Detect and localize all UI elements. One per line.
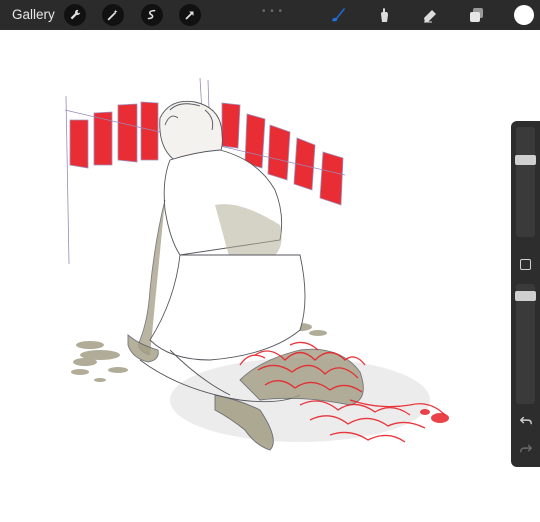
red-blood-splash [420, 409, 449, 423]
opacity-thumb[interactable] [515, 291, 536, 301]
layers-icon[interactable] [465, 4, 487, 26]
wrench-icon[interactable] [64, 4, 86, 26]
opacity-slider[interactable] [515, 284, 536, 404]
selection-icon[interactable] [141, 4, 163, 26]
canvas[interactable] [0, 30, 511, 522]
modify-button[interactable] [520, 259, 531, 270]
smudge-icon[interactable] [373, 4, 395, 26]
gallery-button[interactable]: Gallery [12, 7, 55, 22]
color-picker-button[interactable] [514, 5, 534, 25]
top-toolbar: Gallery • • • [0, 0, 540, 30]
brush-icon[interactable] [327, 4, 349, 26]
brush-size-slider[interactable] [515, 127, 536, 237]
magic-wand-icon[interactable] [102, 4, 124, 26]
brush-size-thumb[interactable] [515, 155, 536, 165]
undo-icon[interactable] [517, 413, 535, 429]
eraser-icon[interactable] [419, 4, 441, 26]
drag-handle[interactable]: • • • [262, 6, 283, 17]
redo-icon[interactable] [517, 441, 535, 457]
side-toolbar [511, 121, 540, 467]
transform-arrow-icon[interactable] [179, 4, 201, 26]
